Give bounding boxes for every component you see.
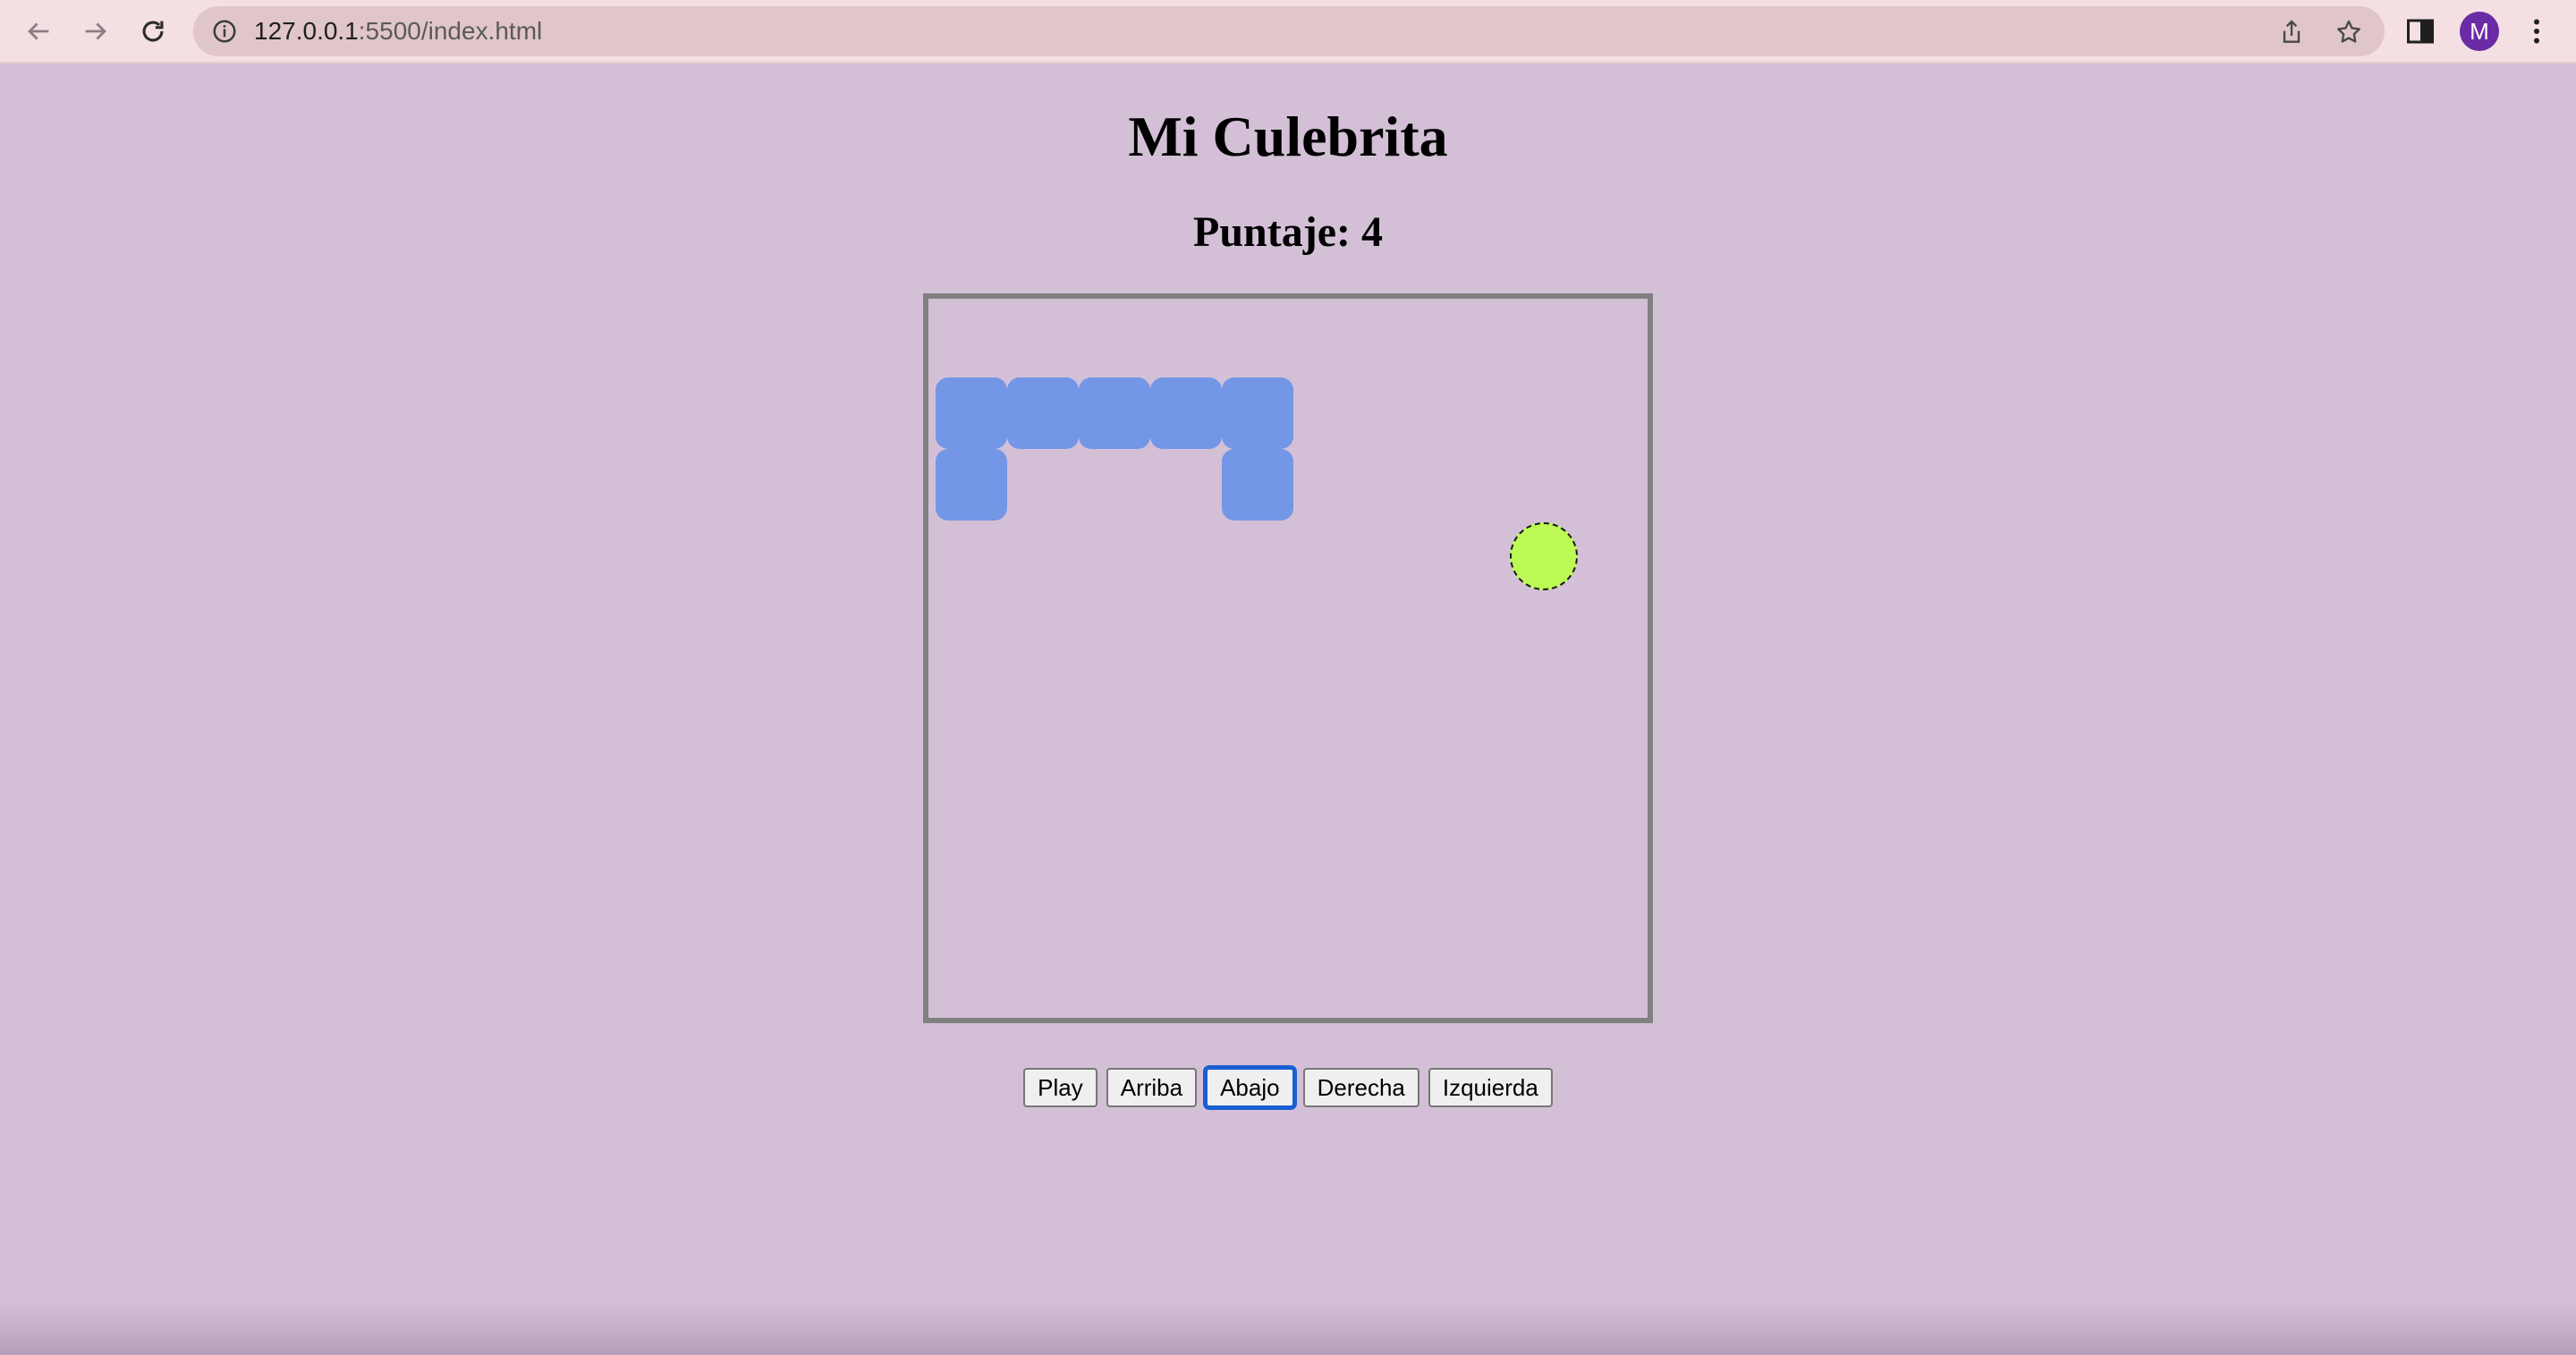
game-board-grid: [936, 306, 1651, 1021]
side-panel-icon[interactable]: [2404, 15, 2436, 47]
right-button[interactable]: Derecha: [1302, 1068, 1419, 1107]
snake-segment: [1222, 449, 1293, 521]
forward-button[interactable]: [77, 13, 114, 50]
share-icon[interactable]: [2277, 18, 2306, 47]
forward-arrow-icon: [85, 22, 106, 40]
food-pellet: [1510, 522, 1578, 590]
reload-icon: [142, 21, 164, 42]
score-label: Puntaje: 4: [1193, 208, 1383, 256]
back-button[interactable]: [20, 13, 57, 50]
snake-segment: [1222, 377, 1293, 449]
browser-toolbar: 127.0.0.1:5500/index.html M: [0, 0, 2576, 64]
url-host: 127.0.0.1: [254, 17, 359, 45]
bottom-shadow: [0, 1301, 2576, 1355]
snake-segment: [1007, 377, 1079, 449]
info-icon[interactable]: [211, 18, 238, 45]
back-arrow-icon: [28, 22, 49, 40]
left-button[interactable]: Izquierda: [1428, 1068, 1553, 1107]
up-button[interactable]: Arriba: [1106, 1068, 1198, 1107]
game-board: [923, 293, 1653, 1023]
more-menu-icon[interactable]: [2521, 15, 2553, 47]
bookmark-star-icon[interactable]: [2334, 18, 2363, 47]
play-button[interactable]: Play: [1023, 1068, 1097, 1107]
profile-avatar[interactable]: M: [2460, 12, 2499, 51]
address-bar[interactable]: 127.0.0.1:5500/index.html: [193, 6, 2385, 56]
url-text[interactable]: 127.0.0.1:5500/index.html: [254, 6, 542, 56]
url-path: :5500/index.html: [358, 17, 543, 45]
snake-segment: [936, 377, 1007, 449]
snake-segment: [936, 449, 1007, 521]
snake-segment: [1150, 377, 1222, 449]
page-title: Mi Culebrita: [1128, 105, 1448, 168]
control-buttons: Play Arriba Abajo Derecha Izquierda: [0, 1065, 2576, 1110]
down-button[interactable]: Abajo: [1203, 1065, 1297, 1110]
snake-segment: [1079, 377, 1150, 449]
reload-button[interactable]: [134, 13, 172, 50]
